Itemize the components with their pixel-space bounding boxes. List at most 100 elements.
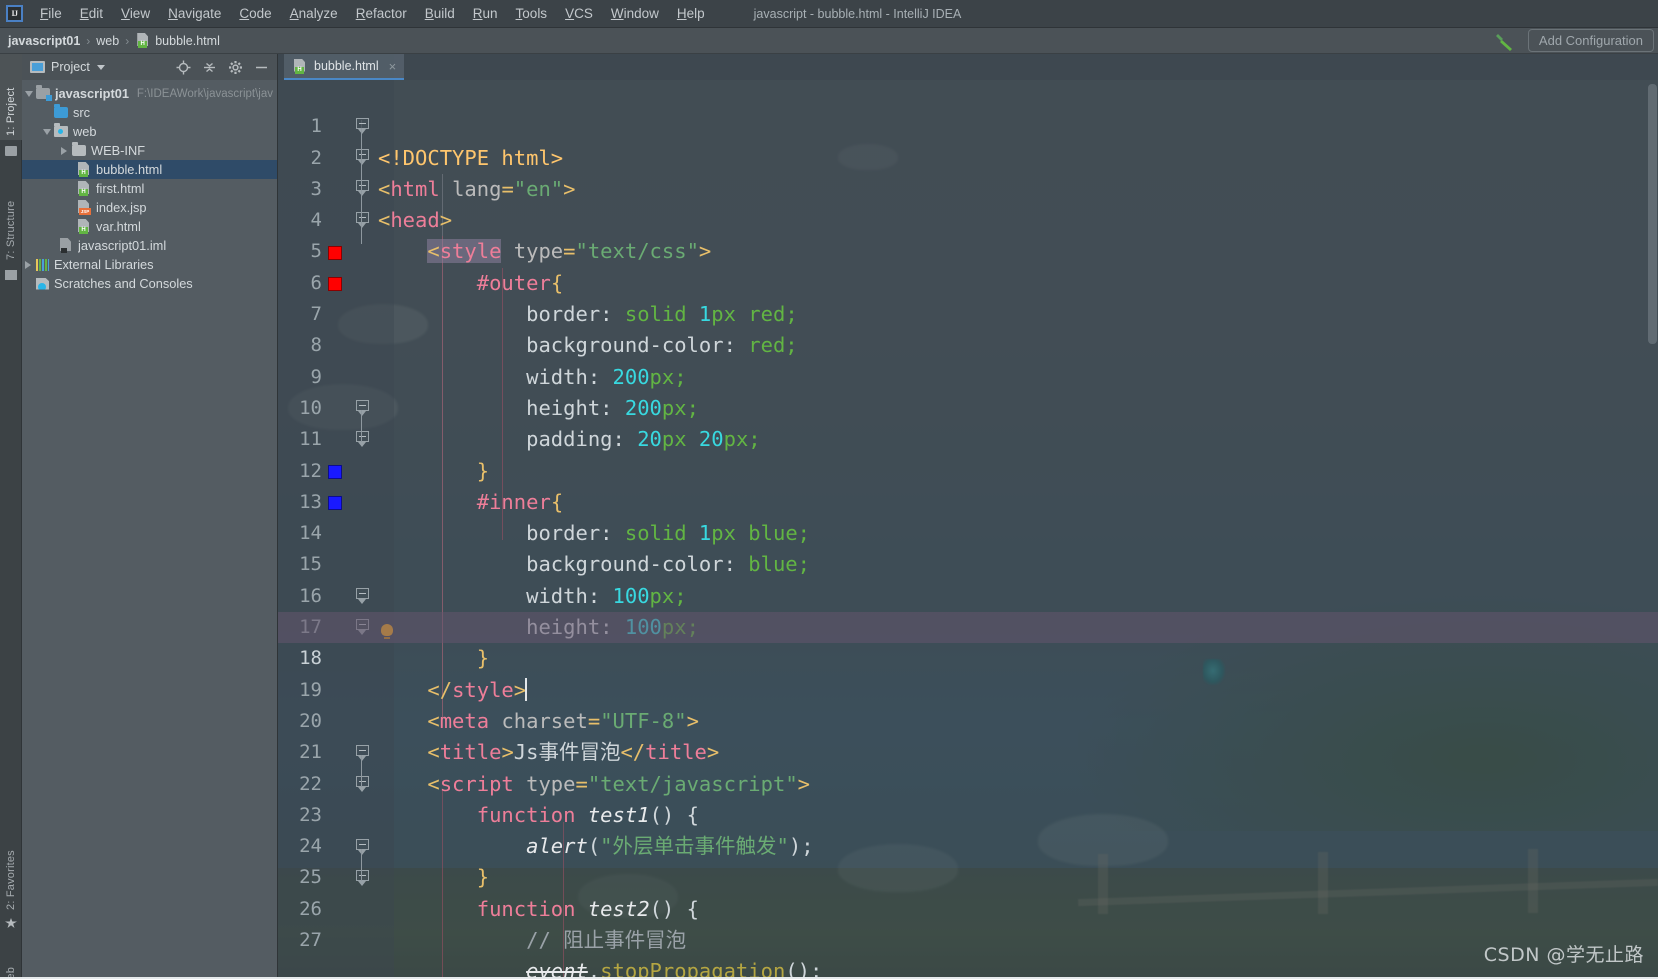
left-tool-window-strip: 1: Project 7: Structure 2: Favorites Web <box>0 54 22 979</box>
editor-tab-bubble-html[interactable]: bubble.html × <box>284 54 405 80</box>
code-line: 24 } <box>278 800 1658 889</box>
tree-item-scratches[interactable]: Scratches and Consoles <box>22 274 277 293</box>
tree-item-label: javascript01 <box>55 86 129 101</box>
minimize-icon[interactable] <box>254 60 269 75</box>
menu-item-build[interactable]: Build <box>416 3 464 24</box>
source-folder-icon <box>54 104 68 118</box>
intellij-logo-icon: IJ <box>6 5 23 22</box>
project-view-icon <box>30 61 45 73</box>
breadcrumb-web[interactable]: web <box>96 34 119 48</box>
html-file-icon <box>78 181 91 196</box>
breadcrumb-separator: › <box>125 33 130 48</box>
menu-item-window[interactable]: Window <box>602 3 668 24</box>
code-line: 12 #inner{ <box>278 424 1658 514</box>
project-tree: javascript01 F:\IDEAWork\javascript\jav … <box>22 80 277 293</box>
tree-item-index-jsp[interactable]: index.jsp <box>22 198 277 217</box>
tree-item-src[interactable]: src <box>22 103 277 122</box>
structure-strip-icon <box>5 270 17 280</box>
navigation-bar: javascript01 › web › bubble.html Add Con… <box>0 28 1658 54</box>
locate-target-icon[interactable] <box>176 60 191 75</box>
menu-item-edit[interactable]: Edit <box>71 3 112 24</box>
web-folder-icon <box>54 123 68 137</box>
breadcrumb-project[interactable]: javascript01 <box>8 34 80 48</box>
code-line: 8 width: 200px; <box>278 299 1658 388</box>
scratches-icon <box>36 277 49 290</box>
menu-item-tools[interactable]: Tools <box>507 3 557 24</box>
tree-item-iml[interactable]: javascript01.iml <box>22 236 277 255</box>
tree-item-label: javascript01.iml <box>78 238 167 253</box>
code-line: 1 <!DOCTYPE html> <box>278 80 1658 169</box>
menu-bar: IJ File Edit View Navigate Code Analyze … <box>0 0 1658 28</box>
menu-item-code[interactable]: Code <box>230 3 280 24</box>
tree-item-label: bubble.html <box>96 162 163 177</box>
code-line: 22 function test1() { <box>278 737 1658 827</box>
module-folder-icon <box>36 85 52 101</box>
tree-item-bubble-html[interactable]: bubble.html <box>22 160 277 179</box>
code-line: 25 function test2() { <box>278 831 1658 920</box>
sidebar-item-project[interactable]: 1: Project <box>0 54 22 140</box>
menu-item-help[interactable]: Help <box>668 3 714 24</box>
code-line: 27 event.stopPropagation(); <box>278 894 1658 979</box>
tree-item-external-libraries[interactable]: External Libraries <box>22 255 277 274</box>
editor-area: bubble.html × <box>278 54 1658 979</box>
menu-item-view[interactable]: View <box>112 3 159 24</box>
navbar-right-controls: Add Configuration <box>1492 29 1658 52</box>
sidebar-item-favorites[interactable]: 2: Favorites <box>0 814 22 914</box>
sidebar-item-web[interactable]: Web <box>0 944 22 979</box>
code-line: 23 alert("外层单击事件触发"); <box>278 769 1658 858</box>
add-configuration-button[interactable]: Add Configuration <box>1527 29 1654 52</box>
project-strip-folder-icon <box>5 146 17 156</box>
code-line: 13 border: solid 1px blue; <box>278 456 1658 545</box>
html-file-icon <box>78 219 91 234</box>
project-panel-header: Project <box>22 54 277 80</box>
line-number: 27 <box>299 929 322 952</box>
code-line: 7 background-color: red; <box>278 268 1658 357</box>
tree-item-web-inf[interactable]: WEB-INF <box>22 141 277 160</box>
hammer-build-icon[interactable] <box>1492 30 1518 52</box>
code-line: 16 height: 100px; <box>278 549 1658 639</box>
breadcrumb-separator: › <box>86 33 91 48</box>
tree-item-first-html[interactable]: first.html <box>22 179 277 198</box>
code-line: 6 border: solid 1px red; <box>278 236 1658 326</box>
tree-item-label: first.html <box>96 181 145 196</box>
close-icon[interactable]: × <box>389 59 397 74</box>
tree-item-label: WEB-INF <box>91 143 146 158</box>
menu-item-analyze[interactable]: Analyze <box>281 3 347 24</box>
tree-item-web[interactable]: web <box>22 122 277 141</box>
tree-item-javascript01[interactable]: javascript01 F:\IDEAWork\javascript\jav <box>22 84 277 103</box>
editor-vertical-scrollbar[interactable] <box>1646 80 1658 979</box>
tree-item-label: index.jsp <box>96 200 147 215</box>
breadcrumb-file[interactable]: bubble.html <box>155 34 220 48</box>
html-file-icon <box>78 162 91 177</box>
tree-item-label: src <box>73 105 91 120</box>
code-line-current: 18 </style> <box>278 612 1658 702</box>
intellij-idea-window: IJ File Edit View Navigate Code Analyze … <box>0 0 1658 979</box>
code-line: 26 // 阻止事件冒泡 <box>278 862 1658 952</box>
menu-item-file[interactable]: File <box>31 3 71 24</box>
tree-item-var-html[interactable]: var.html <box>22 217 277 236</box>
gear-icon[interactable] <box>228 60 243 75</box>
menu-item-navigate[interactable]: Navigate <box>159 3 230 24</box>
code-line: 9 height: 200px; <box>278 330 1658 420</box>
code-line: 2 <html lang="en"> <box>278 111 1658 201</box>
code-line: 21 <script type="text/javascript"> <box>278 706 1658 795</box>
tree-item-label: Scratches and Consoles <box>54 276 193 291</box>
iml-file-icon <box>60 238 73 253</box>
code-line: 11 } <box>278 393 1658 482</box>
code-line: 4 <style type="text/css"> <box>278 174 1658 264</box>
line-content: // 阻止事件冒泡 <box>526 928 687 953</box>
window-title: javascript - bubble.html - IntelliJ IDEA <box>753 6 962 21</box>
sidebar-item-structure[interactable]: 7: Structure <box>0 166 22 264</box>
menu-item-vcs[interactable]: VCS <box>556 3 602 24</box>
chevron-down-icon[interactable] <box>96 64 105 70</box>
code-line: 15 width: 100px; <box>278 518 1658 607</box>
scrollbar-thumb[interactable] <box>1648 84 1657 344</box>
html-file-icon <box>137 33 150 48</box>
menu-item-run[interactable]: Run <box>464 3 507 24</box>
collapse-all-icon[interactable] <box>202 60 217 75</box>
menu-item-refactor[interactable]: Refactor <box>347 3 416 24</box>
folder-icon <box>72 142 86 156</box>
code-editor[interactable]: 1 <!DOCTYPE html> 2 <html lang="en"> 3 <… <box>278 80 1658 979</box>
line-content: event.stopPropagation(); <box>526 959 823 979</box>
tree-item-label: web <box>73 124 97 139</box>
